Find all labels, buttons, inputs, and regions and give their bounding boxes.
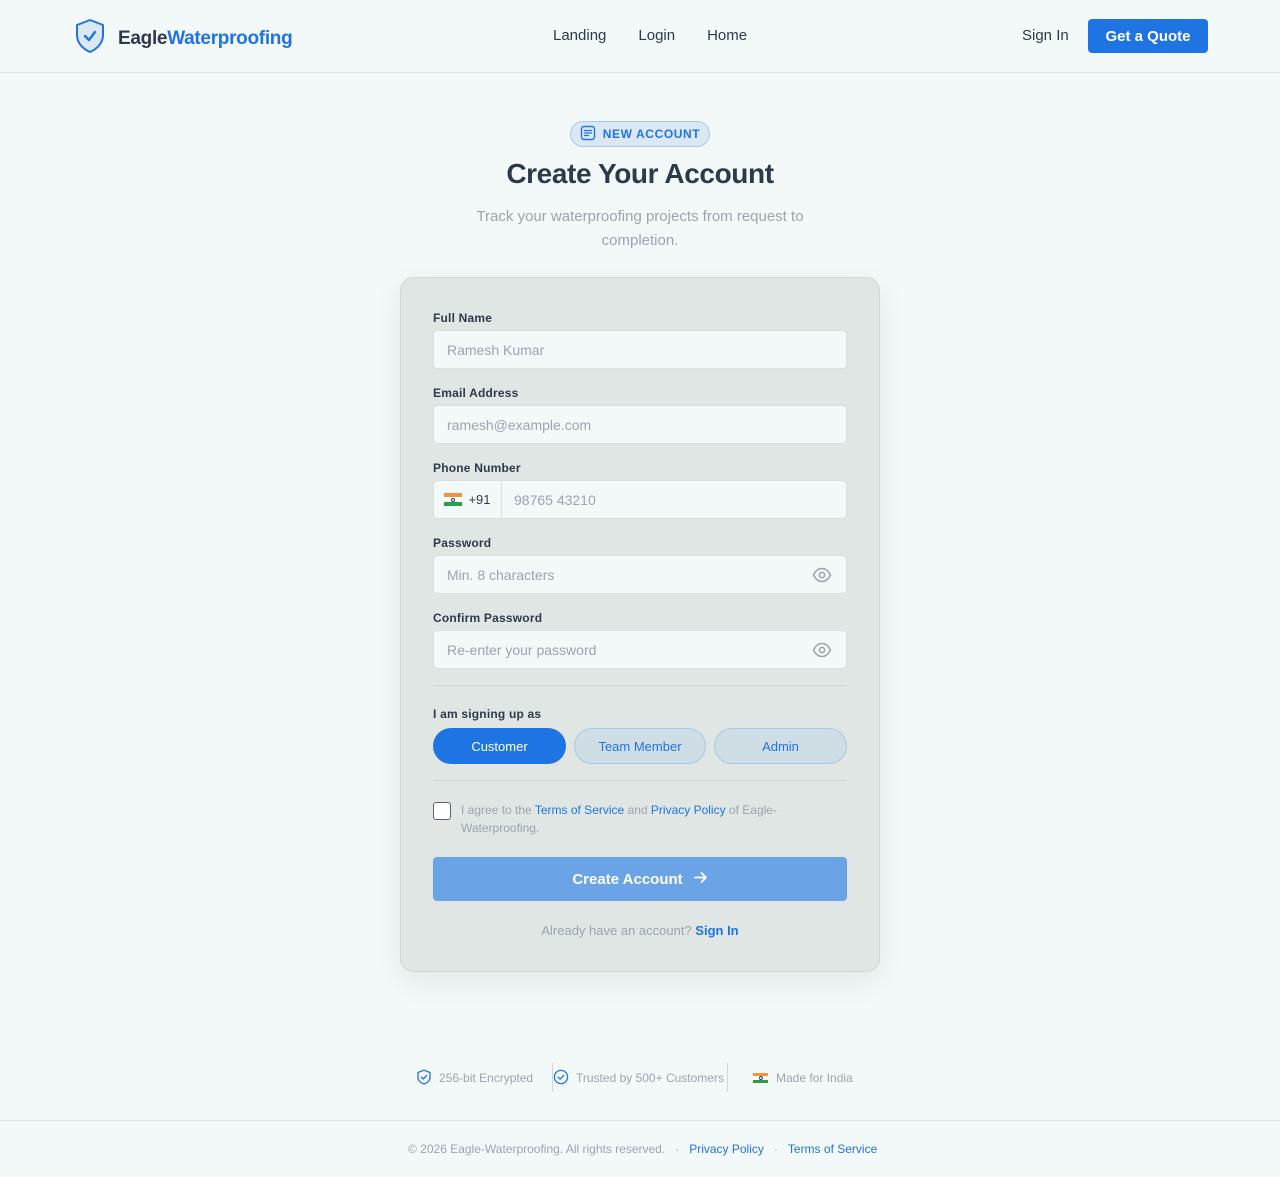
india-flag-icon [444, 493, 463, 506]
signup-card: Full Name Ramesh Kumar Email Address ram… [400, 277, 880, 972]
footer: © 2026 Eagle-Waterproofing. All rights r… [0, 1120, 1280, 1177]
badge-label: NEW ACCOUNT [602, 127, 701, 141]
country-code: +91 [468, 492, 491, 507]
signin-prompt: Already have an account? Sign In [541, 923, 739, 938]
main-nav: Landing Login Home [553, 27, 747, 44]
terms-of-service-link[interactable]: Terms of Service [535, 803, 624, 817]
phone-label: Phone Number [433, 461, 521, 475]
terms-text: I agree to the Terms of Service and Priv… [461, 803, 777, 835]
shield-check-icon [416, 1069, 432, 1088]
password-placeholder: Min. 8 characters [447, 566, 555, 583]
role-label: I am signing up as [433, 707, 542, 721]
terms-checkbox[interactable] [433, 802, 451, 820]
new-account-badge: NEW ACCOUNT [570, 121, 710, 147]
copyright: © 2026 Eagle-Waterproofing. All rights r… [408, 1142, 666, 1156]
email-input[interactable]: ramesh@example.com [433, 405, 847, 444]
nav-link-login[interactable]: Login [638, 27, 675, 44]
footer-terms-link[interactable]: Terms of Service [788, 1142, 877, 1156]
check-circle-icon [553, 1069, 569, 1088]
get-quote-button[interactable]: Get a Quote [1088, 19, 1208, 53]
signin-link[interactable]: Sign In [695, 923, 738, 938]
confirm-password-label: Confirm Password [433, 611, 543, 625]
role-admin-button[interactable]: Admin [714, 728, 847, 764]
brand-logo[interactable]: EagleWaterproofing [74, 18, 293, 59]
divider [433, 780, 847, 781]
shield-check-icon [74, 18, 106, 59]
trust-customers: Trusted by 500+ Customers [553, 1068, 724, 1088]
full-name-label: Full Name [433, 311, 493, 325]
footer-privacy-link[interactable]: Privacy Policy [689, 1142, 764, 1156]
trust-encrypted: 256-bit Encrypted [416, 1068, 533, 1088]
eye-icon[interactable] [812, 566, 832, 584]
page-title: Create Your Account [506, 158, 774, 189]
phone-input[interactable]: 98765 43210 [502, 492, 596, 508]
brand-name: EagleWaterproofing [118, 27, 293, 49]
arrow-right-icon [693, 870, 708, 889]
trust-india: Made for India [753, 1068, 853, 1088]
top-navbar: EagleWaterproofing Landing Login Home Si… [0, 0, 1280, 73]
country-code-selector[interactable]: +91 [434, 481, 502, 518]
document-icon [580, 125, 596, 144]
nav-link-home[interactable]: Home [707, 27, 747, 44]
confirm-password-input[interactable]: Re-enter your password [433, 630, 847, 669]
password-label: Password [433, 536, 492, 550]
full-name-input[interactable]: Ramesh Kumar [433, 330, 847, 369]
trust-separator [727, 1063, 728, 1092]
divider [433, 685, 847, 686]
nav-link-landing[interactable]: Landing [553, 27, 606, 44]
email-label: Email Address [433, 386, 519, 400]
page-subtitle: Track your waterproofing projects from r… [476, 208, 804, 249]
confirm-password-placeholder: Re-enter your password [447, 641, 597, 658]
role-team-member-button[interactable]: Team Member [574, 728, 706, 764]
footer-links: © 2026 Eagle-Waterproofing. All rights r… [408, 1142, 878, 1156]
phone-field: +91 98765 43210 [433, 480, 847, 519]
india-flag-icon [753, 1072, 768, 1084]
create-account-label: Create Account [572, 870, 683, 888]
eye-icon[interactable] [812, 641, 832, 659]
create-account-button[interactable]: Create Account [433, 857, 847, 901]
password-input[interactable]: Min. 8 characters [433, 555, 847, 594]
header-signin-link[interactable]: Sign In [1022, 27, 1069, 44]
role-customer-button[interactable]: Customer [433, 728, 566, 764]
privacy-policy-link[interactable]: Privacy Policy [651, 803, 726, 817]
